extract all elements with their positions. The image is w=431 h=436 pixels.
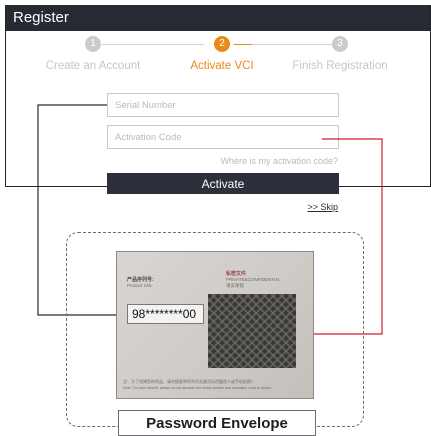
product-sn-cn: 产品序列号: — [127, 277, 154, 283]
envelope-label: Password Envelope — [146, 415, 288, 432]
step-number-icon: 2 — [214, 36, 230, 52]
skip-link[interactable]: >> Skip — [290, 202, 338, 212]
envelope-footer-cn: 注：为了保障您的利益，请勿随意将序列号及激活码泄露他人或手机拍照！ — [123, 379, 255, 384]
step-label: Finish Registration — [292, 60, 388, 72]
activation-code-field[interactable] — [107, 125, 339, 149]
step-number-icon: 3 — [332, 36, 348, 52]
envelope-footer-en: Note: For your benefit, please do not di… — [123, 386, 273, 390]
envelope-label-box: Password Envelope — [118, 410, 316, 436]
step-create-account: 1 Create an Account — [43, 36, 143, 72]
password-envelope-photo: 产品序列号: Product S/N: 私密文件 PRIVATE&CONFIDE… — [116, 251, 314, 399]
step-label: Activate VCI — [190, 60, 254, 72]
window-title: Register — [13, 9, 69, 26]
where-activation-code-link[interactable]: Where is my activation code? — [220, 156, 338, 166]
activate-button[interactable]: Activate — [107, 173, 339, 194]
step-number-icon: 1 — [85, 36, 101, 52]
serial-number-input[interactable] — [108, 94, 338, 116]
private-cn: 私密文件 — [226, 271, 247, 277]
step-activate-vci: 2 Activate VCI — [172, 36, 272, 72]
private-sub: 请妥保管 — [226, 283, 244, 288]
private-en: PRIVATE&CONFIDENTIAL — [226, 277, 281, 282]
title-bar: Register — [6, 5, 430, 31]
step-label: Create an Account — [45, 60, 141, 72]
serial-number-field[interactable] — [107, 93, 339, 117]
activation-code-scratch-area — [208, 294, 296, 368]
serial-number-value: 98********00 — [127, 304, 204, 324]
activation-code-input[interactable] — [108, 126, 338, 148]
product-sn-en: Product S/N: — [127, 283, 153, 288]
step-finish-registration: 3 Finish Registration — [290, 36, 390, 72]
